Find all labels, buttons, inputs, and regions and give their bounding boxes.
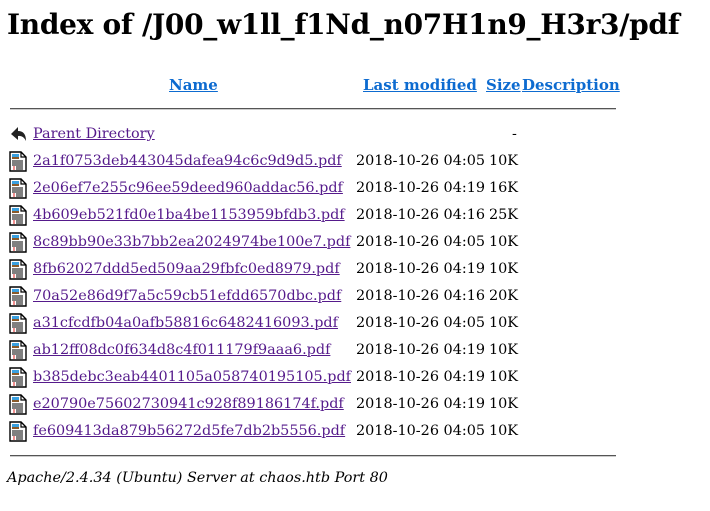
pdf-file-icon <box>9 178 27 199</box>
pdf-file-icon <box>9 259 27 280</box>
file-link[interactable]: 2a1f0753deb443045dafea94c6c9d9d5.pdf <box>33 153 342 169</box>
pdf-file-icon <box>9 394 27 415</box>
pdf-file-icon <box>9 151 27 172</box>
file-size: 10K <box>489 396 519 412</box>
file-size: 10K <box>489 234 519 250</box>
page-title: Index of /J00_w1ll_f1Nd_n07H1n9_H3r3/pdf <box>7 8 680 41</box>
file-size: 10K <box>489 423 519 439</box>
file-modified: 2018-10-26 04:19 <box>356 342 486 358</box>
file-modified: 2018-10-26 04:16 <box>356 288 486 304</box>
file-modified: 2018-10-26 04:19 <box>356 396 486 412</box>
file-size: 25K <box>489 207 519 223</box>
file-modified: 2018-10-26 04:05 <box>356 423 486 439</box>
sort-by-last-modified-link[interactable]: Last modified <box>363 76 477 94</box>
file-link[interactable]: 70a52e86d9f7a5c59cb51efdd6570dbc.pdf <box>33 288 341 304</box>
file-link[interactable]: fe609413da879b56272d5fe7db2b5556.pdf <box>33 423 345 439</box>
file-modified: 2018-10-26 04:05 <box>356 315 486 331</box>
parent-directory-link[interactable]: Parent Directory <box>33 126 155 142</box>
file-size: 16K <box>489 180 519 196</box>
pdf-file-icon <box>9 340 27 361</box>
file-size: 10K <box>489 342 519 358</box>
sort-by-name-link[interactable]: Name <box>169 76 218 94</box>
pdf-file-icon <box>9 205 27 226</box>
file-size: 10K <box>489 315 519 331</box>
file-modified: 2018-10-26 04:19 <box>356 369 486 385</box>
header-divider <box>10 108 616 110</box>
footer-divider <box>10 455 616 457</box>
file-link[interactable]: e20790e75602730941c928f89186174f.pdf <box>33 396 344 412</box>
file-link[interactable]: a31cfcdfb04a0afb58816c6482416093.pdf <box>33 315 338 331</box>
file-modified: 2018-10-26 04:05 <box>356 153 486 169</box>
file-size: 10K <box>489 369 519 385</box>
sort-by-description-link[interactable]: Description <box>522 76 620 94</box>
parent-size: - <box>512 126 517 142</box>
file-link[interactable]: ab12ff08dc0f634d8c4f011179f9aaa6.pdf <box>33 342 330 358</box>
file-link[interactable]: b385debc3eab4401105a058740195105.pdf <box>33 369 351 385</box>
pdf-file-icon <box>9 232 27 253</box>
pdf-file-icon <box>9 367 27 388</box>
server-signature: Apache/2.4.34 (Ubuntu) Server at chaos.h… <box>7 470 388 486</box>
file-link[interactable]: 8c89bb90e33b7bb2ea2024974be100e7.pdf <box>33 234 350 250</box>
pdf-file-icon <box>9 286 27 307</box>
pdf-file-icon <box>9 313 27 334</box>
file-size: 10K <box>489 261 519 277</box>
back-arrow-icon <box>11 127 26 141</box>
file-link[interactable]: 8fb62027ddd5ed509aa29fbfc0ed8979.pdf <box>33 261 340 277</box>
file-modified: 2018-10-26 04:05 <box>356 234 486 250</box>
file-modified: 2018-10-26 04:16 <box>356 207 486 223</box>
pdf-file-icon <box>9 421 27 442</box>
file-modified: 2018-10-26 04:19 <box>356 261 486 277</box>
file-link[interactable]: 4b609eb521fd0e1ba4be1153959bfdb3.pdf <box>33 207 345 223</box>
file-modified: 2018-10-26 04:19 <box>356 180 486 196</box>
file-size: 20K <box>489 288 519 304</box>
sort-by-size-link[interactable]: Size <box>486 76 521 94</box>
file-link[interactable]: 2e06ef7e255c96ee59deed960addac56.pdf <box>33 180 343 196</box>
file-size: 10K <box>489 153 519 169</box>
